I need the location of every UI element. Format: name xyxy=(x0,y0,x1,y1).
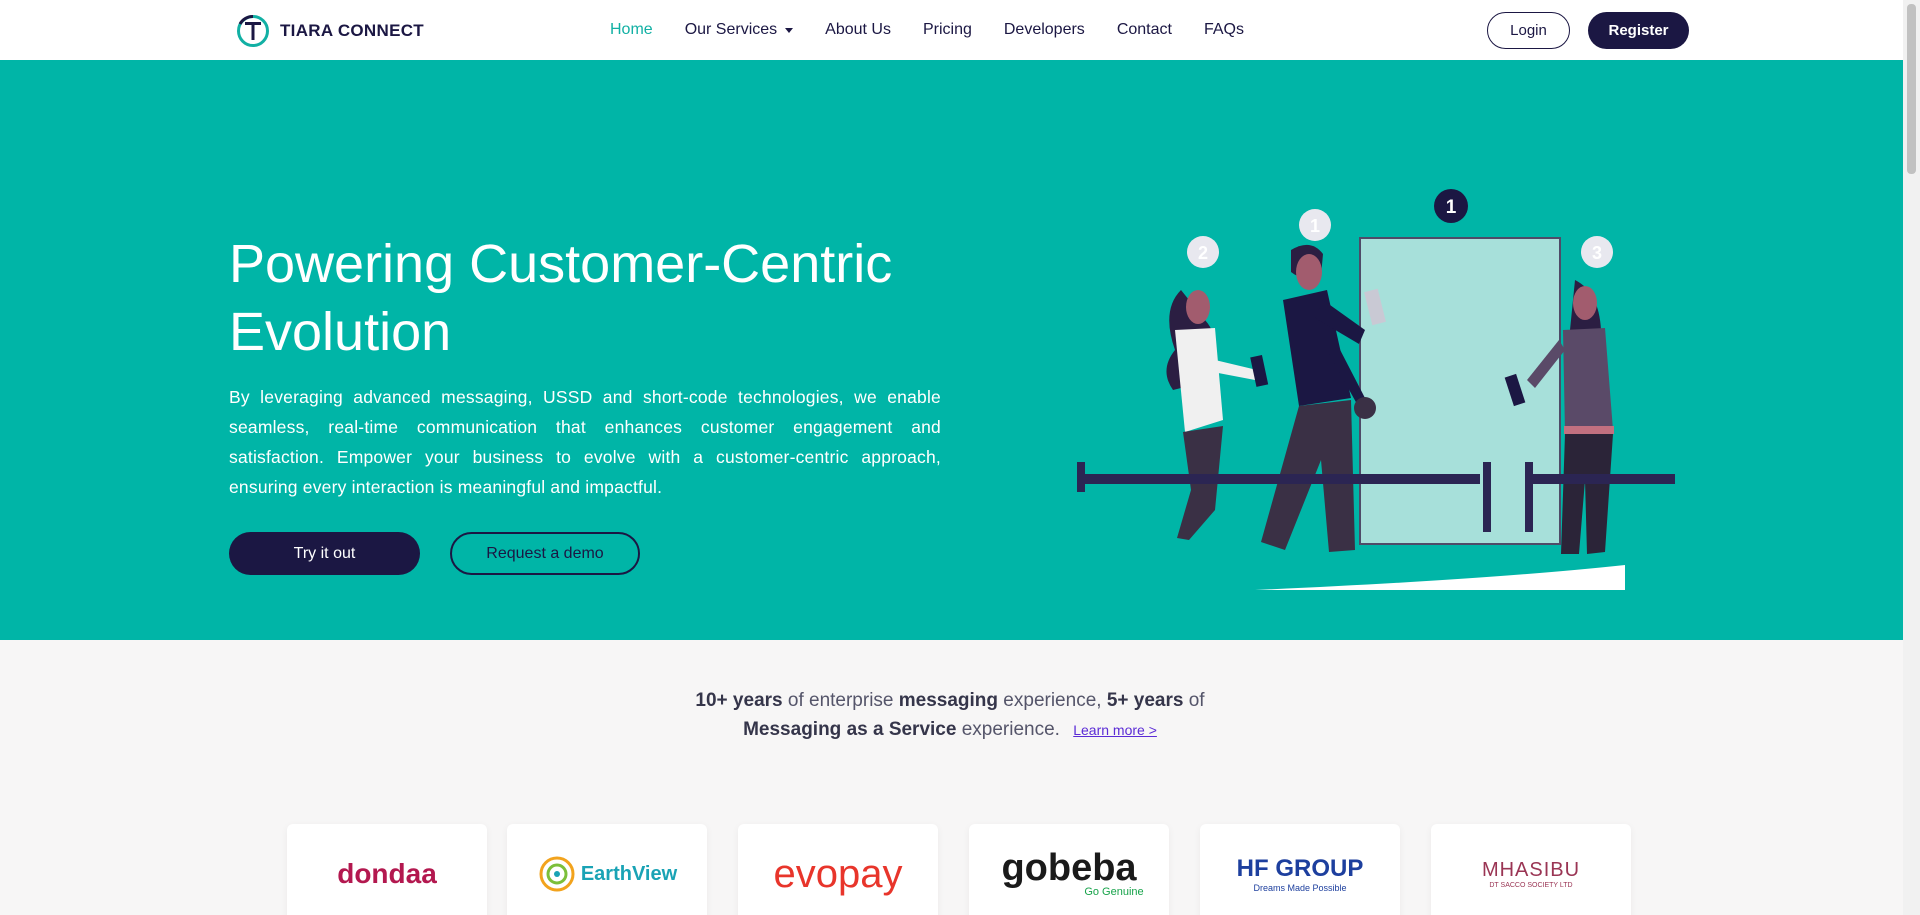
queue-badge-right: 3 xyxy=(1592,243,1602,263)
nav-developers[interactable]: Developers xyxy=(1004,21,1085,39)
nav-faqs[interactable]: FAQs xyxy=(1204,21,1244,39)
earthview-logo-text: EarthView xyxy=(580,862,678,885)
brand-name: TIARA CONNECT xyxy=(280,21,424,40)
client-logo-evopay: evopay xyxy=(738,824,938,915)
gobeba-logo-text: gobeba xyxy=(1001,847,1137,889)
main-nav: Home Our Services About Us Pricing Devel… xyxy=(610,0,1276,60)
mhasibu-tagline: DT SACCO SOCIETY LTD xyxy=(1489,882,1573,889)
client-logo-mhasibu: MHASIBU DT SACCO SOCIETY LTD xyxy=(1431,824,1631,915)
queue-badge-door: 1 xyxy=(1446,197,1457,218)
stats-text-2: experience, xyxy=(998,690,1107,711)
request-demo-button[interactable]: Request a demo xyxy=(450,532,640,575)
stats-text-1: of enterprise xyxy=(782,690,899,711)
stat-years-messaging: 10+ years xyxy=(695,690,783,711)
nav-our-services[interactable]: Our Services xyxy=(684,21,794,39)
hero-title: Powering Customer-Centric Evolution xyxy=(229,234,893,362)
page-scrollbar[interactable] xyxy=(1903,0,1920,915)
mhasibu-logo-text: MHASIBU xyxy=(1481,859,1581,881)
client-logo-earthview: EarthView xyxy=(507,824,707,915)
learn-more-link[interactable]: Learn more > xyxy=(1073,722,1157,738)
hf-group-logo-text: HF GROUP xyxy=(1236,855,1364,882)
hero-section: Powering Customer-Centric Evolution By l… xyxy=(0,60,1903,640)
nav-about-us[interactable]: About Us xyxy=(825,21,891,39)
top-navbar: TIARA CONNECT Home Our Services About Us… xyxy=(0,0,1903,60)
try-it-out-button[interactable]: Try it out xyxy=(229,532,420,575)
client-logo-gobeba: gobeba Go Genuine xyxy=(969,824,1169,915)
experience-stats: 10+ years of enterprise messaging experi… xyxy=(560,686,1340,745)
dondaa-logo-text: dondaa xyxy=(337,858,437,889)
stat-years-maas: 5+ years xyxy=(1106,690,1184,711)
brand-logo-link[interactable]: TIARA CONNECT xyxy=(236,14,424,48)
tiara-connect-logo-icon xyxy=(237,14,269,47)
client-logo-hf-group: HF GROUP Dreams Made Possible xyxy=(1200,824,1400,915)
queue-illustration: 2 1 1 3 xyxy=(1077,189,1675,590)
queue-badge-middle: 1 xyxy=(1310,216,1320,236)
register-button[interactable]: Register xyxy=(1588,12,1689,49)
nav-home[interactable]: Home xyxy=(610,21,653,39)
stats-text-3: of xyxy=(1183,690,1205,711)
nav-contact[interactable]: Contact xyxy=(1117,21,1172,39)
hf-group-tagline: Dreams Made Possible xyxy=(1253,883,1347,893)
login-button[interactable]: Login xyxy=(1487,12,1570,49)
woman-left-figure xyxy=(1166,290,1269,540)
chevron-down-icon xyxy=(785,27,794,33)
earthview-logo-icon xyxy=(539,856,575,892)
client-logo-dondaa: dondaa xyxy=(287,824,487,915)
gobeba-tagline: Go Genuine xyxy=(1084,886,1144,898)
scrollbar-thumb[interactable] xyxy=(1907,4,1916,174)
evopay-logo-text: evopay xyxy=(773,851,903,896)
hero-description: By leveraging advanced messaging, USSD a… xyxy=(229,387,941,497)
stats-text-maas: Messaging as a Service xyxy=(743,719,957,740)
queue-badge-left: 2 xyxy=(1198,243,1208,263)
nav-our-services-label: Our Services xyxy=(684,21,778,38)
stats-text-messaging: messaging xyxy=(898,690,999,711)
nav-pricing[interactable]: Pricing xyxy=(923,21,972,39)
stats-text-4: experience. xyxy=(956,719,1060,740)
client-logos: dondaa EarthView evopay gobeba Go Genuin… xyxy=(287,824,1631,915)
